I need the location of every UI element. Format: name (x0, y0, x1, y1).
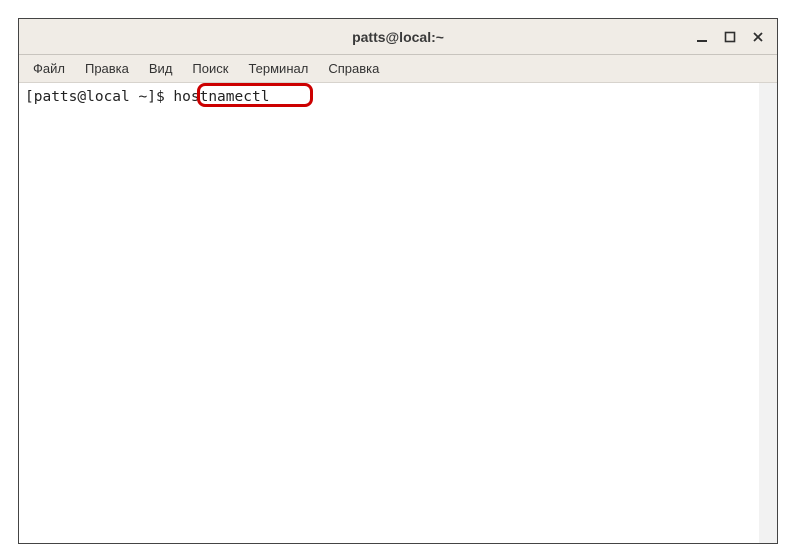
menu-view[interactable]: Вид (141, 57, 181, 80)
terminal-area[interactable]: [patts@local ~]$ hostnamectl (19, 83, 777, 543)
prompt-text: [patts@local ~]$ (25, 89, 173, 105)
window-title: patts@local:~ (19, 29, 777, 45)
menu-terminal[interactable]: Терминал (240, 57, 316, 80)
menu-search[interactable]: Поиск (184, 57, 236, 80)
maximize-button[interactable] (717, 25, 743, 49)
close-button[interactable] (745, 25, 771, 49)
command-text: hostnamectl (173, 89, 269, 105)
menu-help[interactable]: Справка (320, 57, 387, 80)
minimize-button[interactable] (689, 25, 715, 49)
scrollbar[interactable] (759, 83, 777, 543)
terminal-window: patts@local:~ Файл Правка Вид Поиск Терм… (18, 18, 778, 544)
window-controls (689, 25, 771, 49)
menu-file[interactable]: Файл (25, 57, 73, 80)
titlebar: patts@local:~ (19, 19, 777, 55)
menu-edit[interactable]: Правка (77, 57, 137, 80)
menubar: Файл Правка Вид Поиск Терминал Справка (19, 55, 777, 83)
